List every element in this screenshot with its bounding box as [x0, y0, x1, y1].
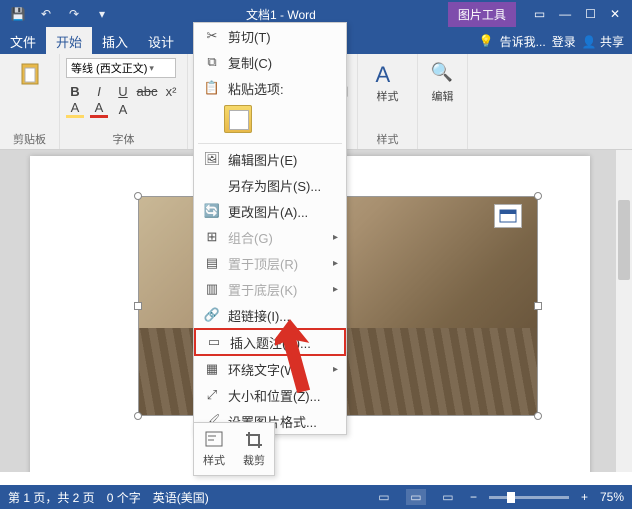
picture-tools-tab-title: 图片工具	[448, 2, 516, 27]
ctx-size-position[interactable]: ⤢大小和位置(Z)...	[194, 382, 346, 408]
paste-button[interactable]	[6, 58, 53, 90]
mini-style-button[interactable]: 样式	[194, 423, 234, 475]
strike-button[interactable]: abc	[138, 82, 156, 100]
ctx-send-back: ▥置于底层(K)▸	[194, 276, 346, 302]
close-icon[interactable]: ✕	[610, 7, 620, 21]
size-icon: ⤢	[202, 387, 222, 403]
ctx-group: ⊞组合(G)▸	[194, 224, 346, 250]
scissors-icon: ✂	[202, 28, 222, 44]
ribbon-options-icon[interactable]: ▭	[534, 7, 545, 21]
login-button[interactable]: 登录	[552, 33, 576, 50]
layout-options-button[interactable]	[494, 204, 522, 228]
tellme-icon: 💡	[479, 34, 494, 48]
ctx-hyperlink[interactable]: 🔗超链接(I)...	[194, 302, 346, 328]
change-pic-icon: 🔄	[202, 203, 222, 219]
tab-home[interactable]: 开始	[46, 27, 92, 56]
web-layout-icon[interactable]: ▭	[438, 489, 458, 505]
ctx-save-as-picture[interactable]: 另存为图片(S)...	[194, 172, 346, 198]
italic-button[interactable]: I	[90, 82, 108, 100]
font-group-label: 字体	[60, 131, 187, 147]
status-language[interactable]: 英语(美国)	[153, 489, 209, 506]
char-border-button[interactable]: A	[114, 100, 132, 118]
doc-title: 文档1 - Word	[120, 6, 442, 23]
status-page[interactable]: 第 1 页，共 2 页	[8, 489, 95, 506]
zoom-out-button[interactable]: −	[470, 490, 477, 504]
editing-button[interactable]: 🔍 编辑	[424, 58, 461, 108]
qat-custom-icon[interactable]: ▾	[94, 6, 110, 22]
ctx-cut[interactable]: ✂剪切(T)	[194, 23, 346, 49]
ctx-change-picture[interactable]: 🔄更改图片(A)...	[194, 198, 346, 224]
ctx-paste-label: 📋粘贴选项:	[194, 75, 346, 101]
highlight-button[interactable]: A	[66, 100, 84, 118]
read-mode-icon[interactable]: ▭	[374, 489, 394, 505]
caption-icon: ▭	[204, 334, 224, 350]
font-name-combo[interactable]: 等线 (西文正文)	[66, 58, 176, 78]
send-back-icon: ▥	[202, 281, 222, 297]
group-icon: ⊞	[202, 229, 222, 245]
copy-icon: ⧉	[202, 54, 222, 70]
minimize-icon[interactable]: —	[559, 7, 571, 21]
save-icon[interactable]: 💾	[10, 6, 26, 22]
clipboard-icon: 📋	[202, 80, 222, 96]
mini-crop-button[interactable]: 裁剪	[234, 423, 274, 475]
status-bar: 第 1 页，共 2 页 0 个字 英语(美国) ▭ ▭ ▭ − + 75%	[0, 485, 632, 509]
maximize-icon[interactable]: ☐	[585, 7, 596, 21]
styles-group-label: 样式	[358, 131, 417, 147]
redo-icon[interactable]: ↷	[66, 6, 82, 22]
print-layout-icon[interactable]: ▭	[406, 489, 426, 505]
underline-button[interactable]: U	[114, 82, 132, 100]
edit-pic-icon: 🖼	[202, 151, 222, 167]
tab-design[interactable]: 设计	[138, 27, 184, 56]
paste-option-picture[interactable]	[224, 105, 252, 133]
styles-button[interactable]: A 样式	[364, 58, 411, 108]
ctx-edit-picture[interactable]: 🖼编辑图片(E)	[194, 146, 346, 172]
share-button[interactable]: 👤 共享	[582, 33, 624, 50]
bold-button[interactable]: B	[66, 82, 84, 100]
undo-icon[interactable]: ↶	[38, 6, 54, 22]
zoom-slider[interactable]	[489, 496, 569, 499]
bring-front-icon: ▤	[202, 255, 222, 271]
mini-toolbar: 样式 裁剪	[193, 422, 275, 476]
ctx-bring-front: ▤置于顶层(R)▸	[194, 250, 346, 276]
tellme-input[interactable]: 告诉我...	[500, 33, 546, 50]
context-menu: ✂剪切(T) ⧉复制(C) 📋粘贴选项: 🖼编辑图片(E) 另存为图片(S)..…	[193, 22, 347, 435]
ctx-wrap-text[interactable]: ▦环绕文字(W)▸	[194, 356, 346, 382]
tab-file[interactable]: 文件	[0, 27, 46, 56]
font-color-button[interactable]: A	[90, 100, 108, 118]
clipboard-group-label: 剪贴板	[0, 131, 59, 147]
wrap-icon: ▦	[202, 361, 222, 377]
link-icon: 🔗	[202, 307, 222, 323]
status-words[interactable]: 0 个字	[107, 489, 141, 506]
zoom-level[interactable]: 75%	[600, 490, 624, 504]
sub-super-button[interactable]: x²	[162, 82, 180, 100]
vertical-scrollbar[interactable]	[616, 150, 632, 472]
zoom-in-button[interactable]: +	[581, 490, 588, 504]
tab-insert[interactable]: 插入	[92, 27, 138, 56]
ctx-copy[interactable]: ⧉复制(C)	[194, 49, 346, 75]
ctx-insert-caption[interactable]: ▭插入题注(N)...	[194, 328, 346, 356]
